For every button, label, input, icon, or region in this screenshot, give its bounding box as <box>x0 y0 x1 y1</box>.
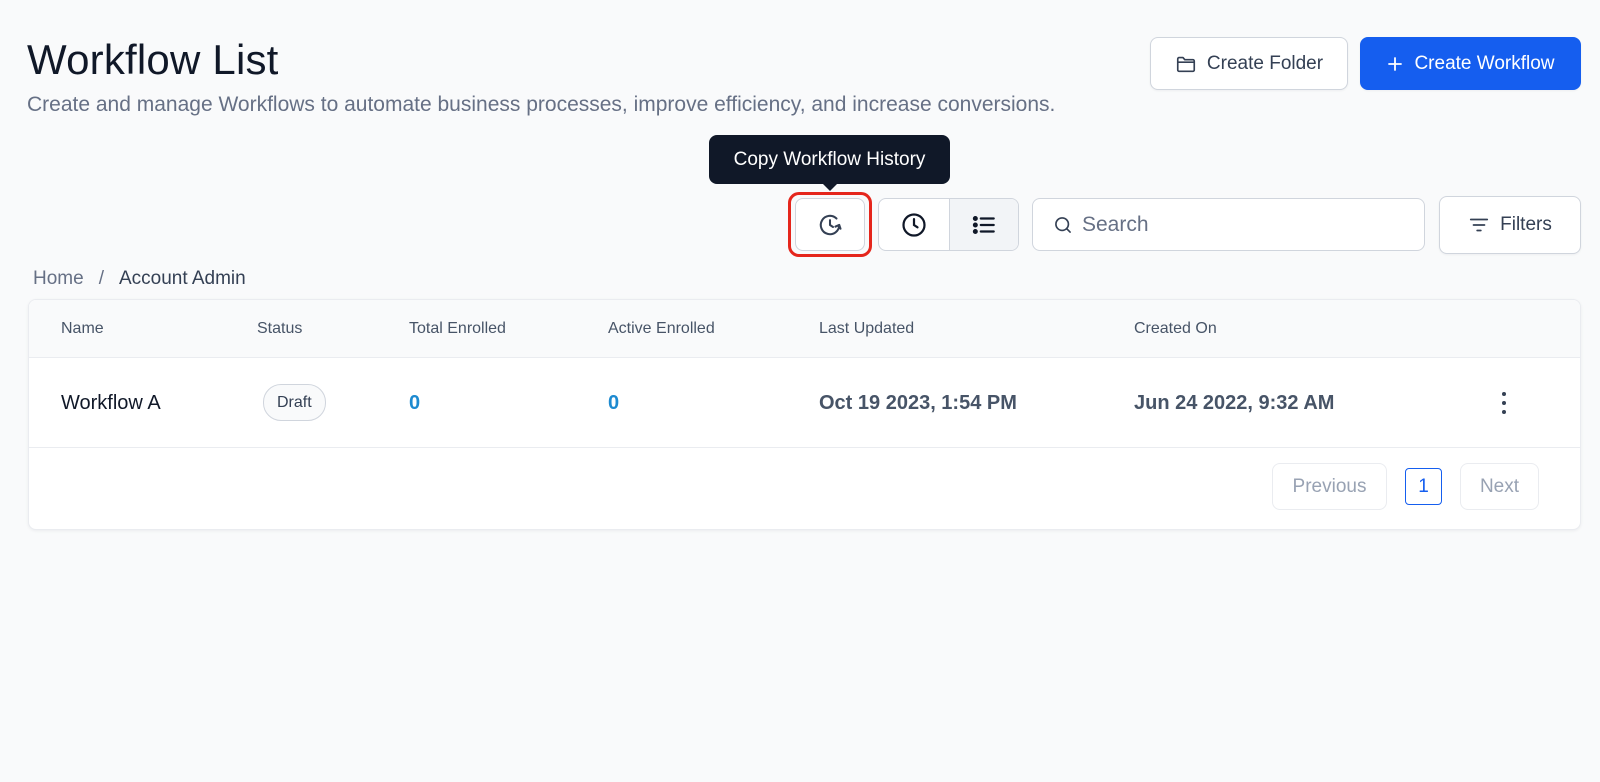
copy-workflow-history-button[interactable] <box>795 198 865 251</box>
workflow-list-page: Workflow List Create and manage Workflow… <box>0 0 1600 782</box>
column-header-last-updated[interactable]: Last Updated <box>819 320 914 338</box>
breadcrumb-home[interactable]: Home <box>33 268 84 290</box>
filter-icon <box>1470 218 1489 232</box>
search-icon <box>1055 216 1071 233</box>
filters-button[interactable]: Filters <box>1439 196 1581 254</box>
previous-page-button[interactable]: Previous <box>1272 463 1387 510</box>
tooltip: Copy Workflow History <box>709 135 950 184</box>
filters-label: Filters <box>1500 214 1552 235</box>
create-workflow-button[interactable]: Create Workflow <box>1360 37 1581 90</box>
workflow-name[interactable]: Workflow A <box>61 392 161 415</box>
breadcrumb: Home / Account Admin <box>33 268 246 290</box>
active-enrolled-count[interactable]: 0 <box>608 392 619 415</box>
page-number-current[interactable]: 1 <box>1405 468 1442 505</box>
column-header-status[interactable]: Status <box>257 320 302 338</box>
column-header-total-enrolled[interactable]: Total Enrolled <box>409 320 506 338</box>
folder-icon <box>1176 56 1195 72</box>
create-workflow-label: Create Workflow <box>1414 52 1555 74</box>
list-icon <box>972 215 995 234</box>
create-folder-label: Create Folder <box>1206 52 1324 74</box>
row-actions-menu-icon[interactable] <box>1492 388 1516 418</box>
clock-icon <box>902 212 926 237</box>
breadcrumb-separator: / <box>98 268 104 289</box>
created-on-date: Jun 24 2022, 9:32 AM <box>1134 392 1335 414</box>
page-title: Workflow List <box>27 36 279 83</box>
tooltip-arrow <box>822 183 838 191</box>
search-input[interactable] <box>1082 212 1412 237</box>
total-enrolled-count[interactable]: 0 <box>409 392 420 415</box>
table-header: Name Status Total Enrolled Active Enroll… <box>29 300 1580 358</box>
status-badge: Draft <box>263 384 326 421</box>
last-updated-date: Oct 19 2023, 1:54 PM <box>819 392 1017 414</box>
column-header-created-on[interactable]: Created On <box>1134 320 1217 338</box>
create-folder-button[interactable]: Create Folder <box>1150 37 1348 90</box>
workflow-table: Name Status Total Enrolled Active Enroll… <box>28 299 1581 530</box>
view-toggle-group <box>878 198 1019 251</box>
column-header-name[interactable]: Name <box>61 320 104 338</box>
column-header-active-enrolled[interactable]: Active Enrolled <box>608 320 715 338</box>
history-refresh-icon <box>819 214 842 235</box>
plus-icon <box>1388 56 1403 71</box>
page-subtitle: Create and manage Workflows to automate … <box>27 93 1056 116</box>
next-page-button[interactable]: Next <box>1460 463 1539 510</box>
table-row[interactable]: Workflow A Draft 0 0 Oct 19 2023, 1:54 P… <box>29 358 1580 448</box>
search-box <box>1032 198 1425 251</box>
breadcrumb-current: Account Admin <box>118 268 246 289</box>
list-view-button[interactable] <box>948 199 1018 250</box>
history-view-button[interactable] <box>879 199 949 250</box>
